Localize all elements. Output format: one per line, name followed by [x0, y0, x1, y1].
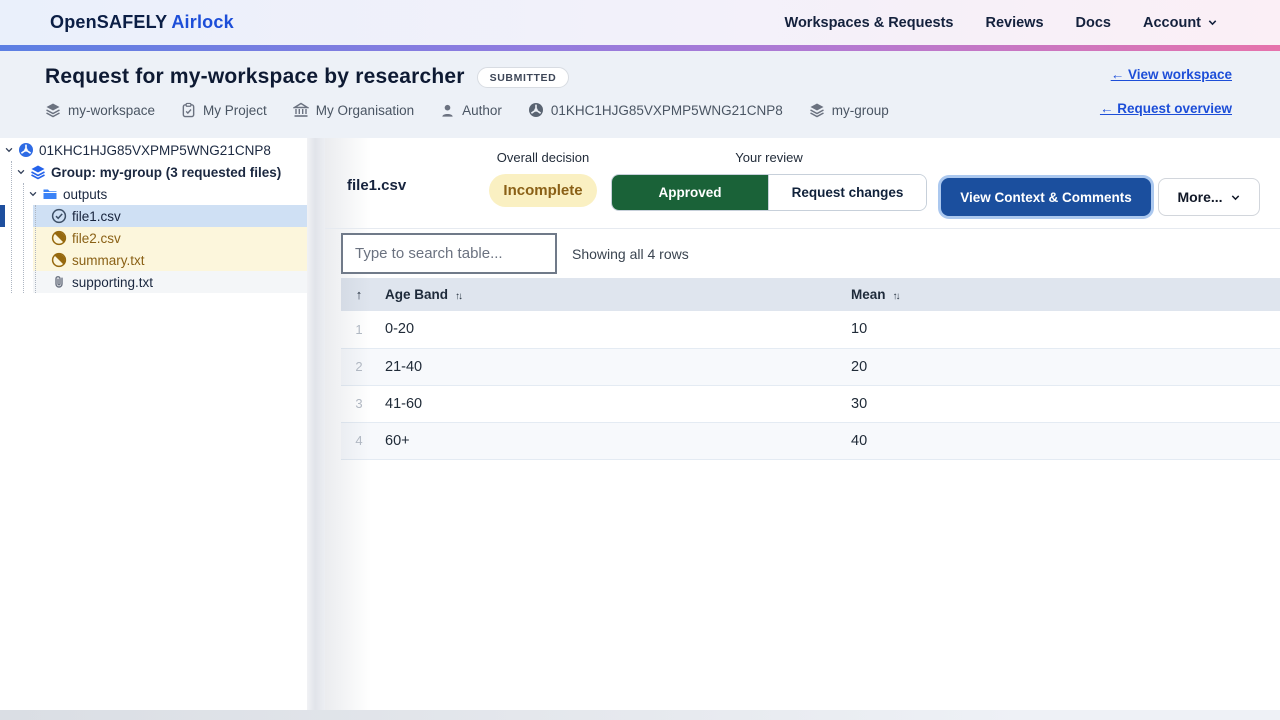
tree-item-file2-csv[interactable]: file2.csv	[0, 227, 307, 249]
csv-preview-table: ↑ Age Band↑↓ Mean↑↓ 1 0-20 10 2 21-40 20…	[341, 278, 1280, 460]
nav-account-label: Account	[1143, 15, 1201, 31]
tree-item-outputs-folder[interactable]: outputs	[0, 183, 307, 205]
tree-guide-line	[11, 161, 12, 293]
layers-icon	[809, 102, 825, 118]
row-number-sort-header[interactable]: ↑	[341, 278, 377, 311]
tree-item-label: file2.csv	[72, 231, 121, 246]
column-header-age-band[interactable]: Age Band↑↓	[377, 278, 843, 311]
layers-icon	[30, 164, 46, 180]
rows-summary: Showing all 4 rows	[572, 229, 689, 279]
table-row: 4 60+ 40	[341, 422, 1280, 459]
nav-workspaces-requests[interactable]: Workspaces & Requests	[785, 15, 954, 31]
file-tree-sidebar: 01KHC1HJG85VXPMP5WNG21CNP8 Group: my-gro…	[0, 138, 307, 710]
meta-group: my-group	[809, 102, 889, 118]
cube-icon	[18, 142, 34, 158]
nav-docs[interactable]: Docs	[1076, 15, 1111, 31]
chevron-down-icon	[4, 145, 14, 155]
horizontal-scrollbar-track	[0, 710, 1280, 720]
meta-project: My Project	[181, 102, 267, 118]
app-logo[interactable]: OpenSAFELYAirlock	[50, 12, 234, 33]
top-navigation-bar: OpenSAFELYAirlock Workspaces & Requests …	[0, 0, 1280, 45]
building-icon	[293, 102, 309, 118]
tree-item-label: supporting.txt	[72, 275, 153, 290]
brand-primary: OpenSAFELY	[50, 12, 167, 32]
tree-item-file1-csv[interactable]: file1.csv	[0, 205, 307, 227]
view-context-comments-button[interactable]: View Context & Comments	[941, 178, 1151, 216]
meta-workspace: my-workspace	[45, 102, 155, 118]
page-header: Request for my-workspace by researcher S…	[0, 51, 1280, 138]
cube-icon	[528, 102, 544, 118]
request-changes-button[interactable]: Request changes	[768, 175, 926, 210]
sort-icon: ↑↓	[455, 291, 461, 302]
request-overview-link[interactable]: ← Request overview	[1100, 101, 1232, 116]
paperclip-icon	[51, 274, 67, 290]
tree-item-summary-txt[interactable]: summary.txt	[0, 249, 307, 271]
view-workspace-link[interactable]: ← View workspace	[1111, 67, 1232, 82]
layers-icon	[45, 102, 61, 118]
tree-item-label: file1.csv	[72, 209, 121, 224]
user-icon	[440, 103, 455, 118]
approved-button[interactable]: Approved	[612, 175, 768, 210]
tree-item-request-root[interactable]: 01KHC1HJG85VXPMP5WNG21CNP8	[0, 139, 307, 161]
tree-item-label: Group: my-group (3 requested files)	[51, 165, 281, 180]
tree-guide-line	[35, 205, 36, 293]
main-nav: Workspaces & Requests Reviews Docs Accou…	[785, 15, 1218, 31]
review-button-group: Approved Request changes	[611, 174, 927, 211]
file-title: file1.csv	[347, 177, 406, 194]
tree-item-label: summary.txt	[72, 253, 145, 268]
meta-organisation: My Organisation	[293, 102, 414, 118]
half-circle-icon	[51, 252, 67, 268]
tree-item-group[interactable]: Group: my-group (3 requested files)	[0, 161, 307, 183]
more-button[interactable]: More...	[1158, 178, 1260, 216]
table-row: 3 41-60 30	[341, 385, 1280, 422]
table-row: 2 21-40 20	[341, 348, 1280, 385]
chevron-down-icon	[1207, 17, 1218, 28]
folder-icon	[42, 186, 58, 202]
check-circle-icon	[51, 208, 67, 224]
nav-account[interactable]: Account	[1143, 15, 1218, 31]
file-detail-panel: file1.csv Overall decision Incomplete Yo…	[325, 138, 1280, 710]
meta-author: Author	[440, 103, 502, 118]
tree-guide-line	[23, 183, 24, 293]
column-header-mean[interactable]: Mean↑↓	[843, 278, 1280, 311]
table-search-input[interactable]	[341, 233, 557, 274]
tree-item-supporting-txt[interactable]: supporting.txt	[0, 271, 307, 293]
sort-ascending-icon: ↑	[356, 287, 363, 302]
your-review-label: Your review	[611, 150, 927, 165]
chevron-down-icon	[28, 189, 38, 199]
half-circle-icon	[51, 230, 67, 246]
request-meta: my-workspace My Project My Organisation …	[45, 102, 889, 118]
clipboard-icon	[181, 102, 196, 118]
tree-item-label: outputs	[63, 187, 107, 202]
overall-decision-badge: Incomplete	[489, 174, 597, 207]
overall-decision-label: Overall decision	[489, 150, 597, 165]
more-button-label: More...	[1177, 189, 1222, 205]
tree-item-label: 01KHC1HJG85VXPMP5WNG21CNP8	[39, 143, 271, 158]
page-title: Request for my-workspace by researcher	[45, 65, 465, 89]
meta-request-id: 01KHC1HJG85VXPMP5WNG21CNP8	[528, 102, 783, 118]
brand-accent: Airlock	[171, 12, 233, 32]
selected-file-indicator	[0, 205, 5, 227]
chevron-down-icon	[16, 167, 26, 177]
table-row: 1 0-20 10	[341, 311, 1280, 348]
nav-reviews[interactable]: Reviews	[985, 15, 1043, 31]
status-badge: SUBMITTED	[477, 67, 570, 88]
table-header-row: ↑ Age Band↑↓ Mean↑↓	[341, 278, 1280, 311]
chevron-down-icon	[1230, 192, 1241, 203]
sort-icon: ↑↓	[893, 291, 899, 302]
pane-divider	[307, 138, 325, 710]
